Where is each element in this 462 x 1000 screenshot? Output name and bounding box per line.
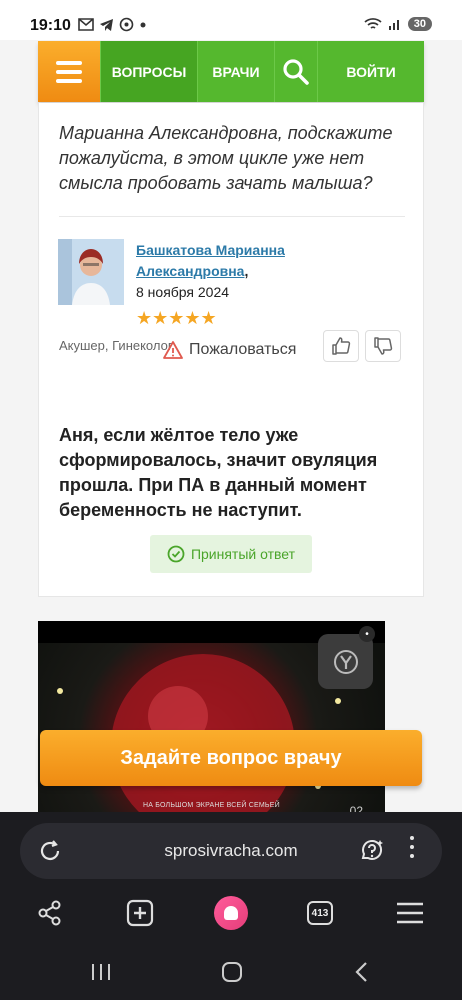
nav-questions[interactable]: ВОПРОСЫ (100, 41, 197, 102)
accepted-answer-badge: Принятый ответ (150, 535, 312, 573)
dislike-button[interactable] (365, 330, 401, 362)
ai-chat-icon[interactable] (358, 837, 386, 865)
menu-button[interactable] (38, 41, 100, 102)
recent-apps-icon[interactable] (90, 962, 112, 982)
search-icon (283, 58, 309, 85)
search-button[interactable] (274, 41, 317, 102)
menu-line (56, 78, 82, 83)
hamburger-icon (397, 902, 423, 924)
more-dot (410, 854, 414, 858)
whatsapp-icon (119, 17, 134, 32)
answer-card: Марианна Александровна, подскажите пожал… (38, 103, 424, 597)
share-icon (38, 900, 61, 926)
ask-doctor-button[interactable]: Задайте вопрос врачу (40, 730, 422, 786)
back-icon[interactable] (352, 961, 372, 983)
alice-icon-shape (224, 906, 238, 920)
more-menu-icon[interactable] (406, 836, 418, 858)
nav-login[interactable]: ВОЙТИ (317, 41, 424, 102)
alice-icon (214, 896, 248, 930)
status-bar: 19:10 30 (0, 0, 462, 40)
system-nav-bar (0, 942, 462, 1000)
plus-square-icon (126, 899, 154, 927)
notification-icons (78, 17, 147, 32)
site-navbar: ВОПРОСЫ ВРАЧИ ВОЙТИ (38, 41, 424, 102)
battery-indicator: 30 (407, 17, 432, 31)
browser-menu-button[interactable] (390, 898, 430, 928)
gmail-icon (78, 18, 94, 31)
more-dot (410, 836, 414, 840)
signal-icon (388, 20, 399, 30)
home-icon[interactable] (220, 960, 244, 984)
tabs-count: 413 (307, 901, 333, 925)
menu-line (56, 60, 82, 65)
telegram-icon (100, 18, 113, 31)
like-button[interactable] (323, 330, 359, 362)
thumbs-up-icon (332, 337, 351, 355)
question-text: Марианна Александровна, подскажите пожал… (59, 123, 393, 193)
ad-info-icon[interactable]: • (359, 626, 375, 642)
share-button[interactable] (30, 898, 70, 928)
answer-date: 8 ноября 2024 (136, 284, 230, 300)
wifi-icon (364, 18, 382, 29)
doctor-photo (58, 239, 124, 305)
dot-icon (140, 22, 146, 27)
screen: 19:10 30 ВОПРОСЫ ВРАЧИ ВОЙТИ Марианна Ал… (0, 0, 462, 1000)
address-bar[interactable]: sprosivracha.com (20, 823, 442, 879)
alice-button[interactable] (211, 896, 251, 930)
doctor-name-link[interactable]: Башкатова Марианна Александровна, (136, 240, 316, 282)
doctor-name[interactable]: Башкатова Марианна Александровна (136, 242, 285, 279)
doctor-specialty: Акушер, Гинеколог (59, 338, 173, 353)
yandex-icon (333, 649, 358, 674)
menu-line (56, 69, 82, 74)
tabs-button[interactable]: 413 (300, 898, 340, 928)
nav-doctors[interactable]: ВРАЧИ (197, 41, 274, 102)
accepted-answer-label: Принятый ответ (190, 546, 296, 562)
complain-button[interactable]: Пожаловаться (163, 341, 296, 359)
answer-text: Аня, если жёлтое тело уже сформировалось… (59, 425, 378, 520)
doctor-name-comma: , (244, 263, 249, 279)
status-right: 30 (364, 17, 432, 31)
divider (59, 216, 405, 217)
doctor-rating: ★★★★★ (136, 308, 217, 328)
more-dot (410, 845, 414, 849)
complain-label[interactable]: Пожаловаться (189, 341, 296, 359)
check-circle-icon (167, 545, 185, 563)
new-tab-button[interactable] (120, 898, 160, 928)
yandex-overlay-button[interactable] (318, 634, 373, 689)
thumbs-down-icon (374, 337, 393, 355)
doctor-avatar[interactable] (58, 239, 124, 305)
warning-icon (163, 341, 183, 359)
status-time: 19:10 (30, 17, 71, 34)
video-caption: НА БОЛЬШОМ ЭКРАНЕ ВСЕЙ СЕМЬЕЙ (143, 802, 280, 809)
